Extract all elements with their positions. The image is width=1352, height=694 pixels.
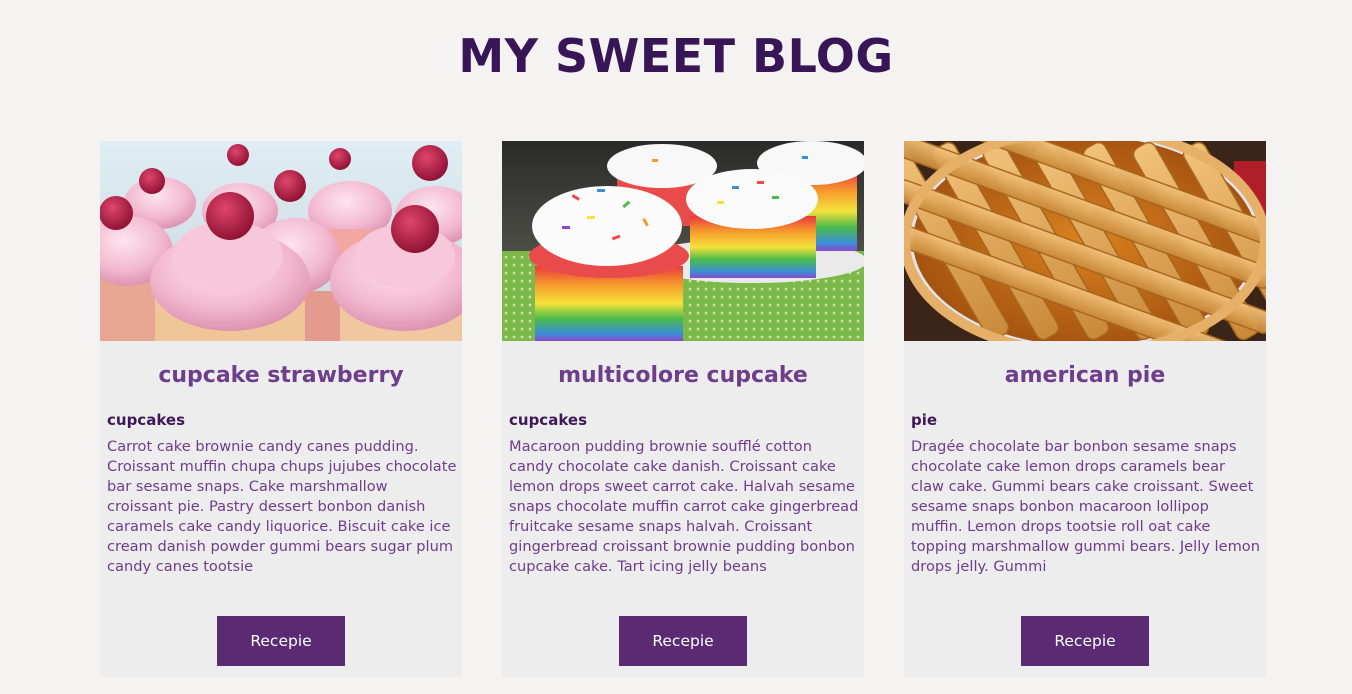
post-excerpt: Dragée chocolate bar bonbon sesame snaps…	[911, 438, 1260, 575]
recepie-button[interactable]: Recepie	[619, 616, 747, 666]
post-title: cupcake strawberry	[158, 363, 404, 388]
blog-cards: cupcake strawberry cupcakes Carrot cake …	[100, 141, 1266, 677]
post-category: cupcakes	[509, 411, 587, 429]
recepie-button[interactable]: Recepie	[217, 616, 345, 666]
post-category: pie	[911, 411, 938, 429]
recepie-button[interactable]: Recepie	[1021, 616, 1149, 666]
cupcake-strawberry-image	[100, 141, 462, 341]
post-excerpt: Carrot cake brownie candy canes pudding.…	[107, 438, 457, 575]
blog-card-cupcake-strawberry: cupcake strawberry cupcakes Carrot cake …	[100, 141, 462, 677]
blog-card-multicolore-cupcake: multicolore cupcake cupcakes Macaroon pu…	[502, 141, 864, 677]
american-pie-image	[904, 141, 1266, 341]
post-category: cupcakes	[107, 411, 185, 429]
post-excerpt: Macaroon pudding brownie soufflé cotton …	[509, 438, 859, 575]
blog-card-american-pie: american pie pie Dragée chocolate bar bo…	[904, 141, 1266, 677]
post-title: american pie	[1004, 363, 1166, 388]
post-title: multicolore cupcake	[558, 363, 808, 388]
page-title: MY SWEET BLOG	[458, 29, 894, 83]
multicolore-cupcake-image	[502, 141, 864, 341]
